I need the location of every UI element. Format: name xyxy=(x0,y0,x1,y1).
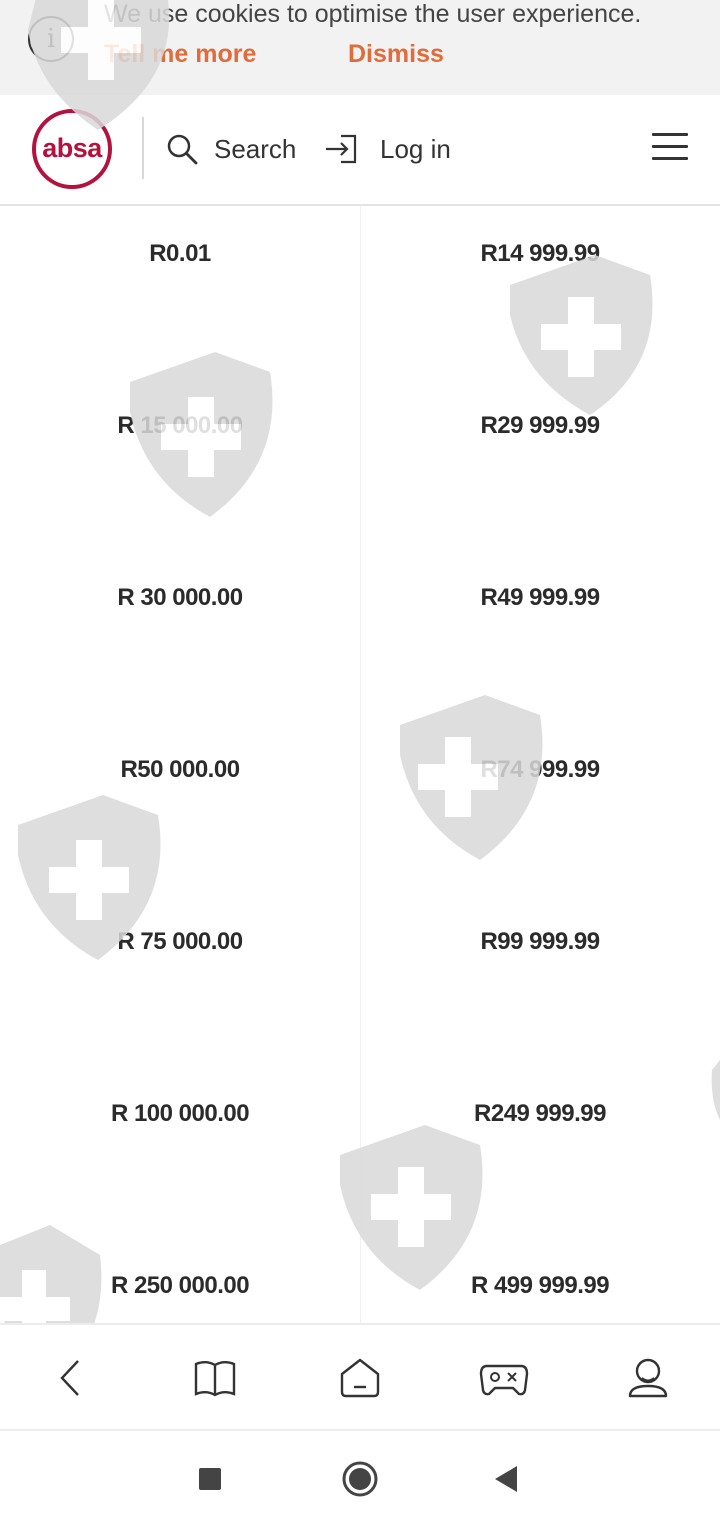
search-label: Search xyxy=(214,133,297,164)
login-icon xyxy=(326,134,357,164)
system-nav-bar xyxy=(0,1429,720,1525)
back-chevron-icon[interactable] xyxy=(46,1353,96,1403)
home-icon[interactable] xyxy=(335,1353,385,1403)
login-label: Log in xyxy=(380,133,451,164)
price-to-7[interactable]: R 499 999.99 xyxy=(360,1272,720,1312)
price-range-grid: R0.01 R14 999.99 R 15 000.00 R29 999.99 … xyxy=(0,206,720,1324)
logo-text: absa xyxy=(42,132,102,163)
page: i We use cookies to optimise the user ex… xyxy=(0,0,720,1525)
price-to-3[interactable]: R49 999.99 xyxy=(360,584,720,624)
site-header: absa Search Log in xyxy=(0,95,720,206)
price-from-6[interactable]: R 100 000.00 xyxy=(0,1100,360,1140)
search-button[interactable]: Search xyxy=(166,129,296,169)
search-icon xyxy=(167,134,198,165)
hamburger-menu-icon[interactable] xyxy=(652,133,688,165)
header-divider xyxy=(142,117,144,179)
gamepad-icon[interactable] xyxy=(479,1353,529,1403)
price-to-6[interactable]: R249 999.99 xyxy=(360,1100,720,1140)
price-from-5[interactable]: R 75 000.00 xyxy=(0,928,360,968)
price-to-2[interactable]: R29 999.99 xyxy=(360,412,720,452)
price-to-4[interactable]: R74 999.99 xyxy=(360,756,720,796)
cookie-message: We use cookies to optimise the user expe… xyxy=(104,0,642,28)
price-to-1[interactable]: R14 999.99 xyxy=(360,240,720,280)
cookie-banner: i We use cookies to optimise the user ex… xyxy=(0,0,720,95)
price-from-1[interactable]: R0.01 xyxy=(0,240,360,280)
tell-me-more-link[interactable]: Tell me more xyxy=(104,40,256,69)
info-icon: i xyxy=(28,16,74,62)
recents-square-icon[interactable] xyxy=(186,1455,234,1503)
back-triangle-icon[interactable] xyxy=(482,1455,530,1503)
price-to-5[interactable]: R99 999.99 xyxy=(360,928,720,968)
absa-logo[interactable]: absa xyxy=(32,109,112,189)
price-from-2[interactable]: R 15 000.00 xyxy=(0,412,360,452)
price-from-7[interactable]: R 250 000.00 xyxy=(0,1272,360,1312)
home-circle-icon[interactable] xyxy=(336,1455,384,1503)
profile-icon[interactable] xyxy=(623,1353,673,1403)
book-icon[interactable] xyxy=(190,1353,240,1403)
app-bottom-nav xyxy=(0,1323,720,1429)
price-from-3[interactable]: R 30 000.00 xyxy=(0,584,360,624)
price-from-4[interactable]: R50 000.00 xyxy=(0,756,360,796)
login-button[interactable]: Log in xyxy=(324,129,451,169)
dismiss-button[interactable]: Dismiss xyxy=(348,40,444,69)
